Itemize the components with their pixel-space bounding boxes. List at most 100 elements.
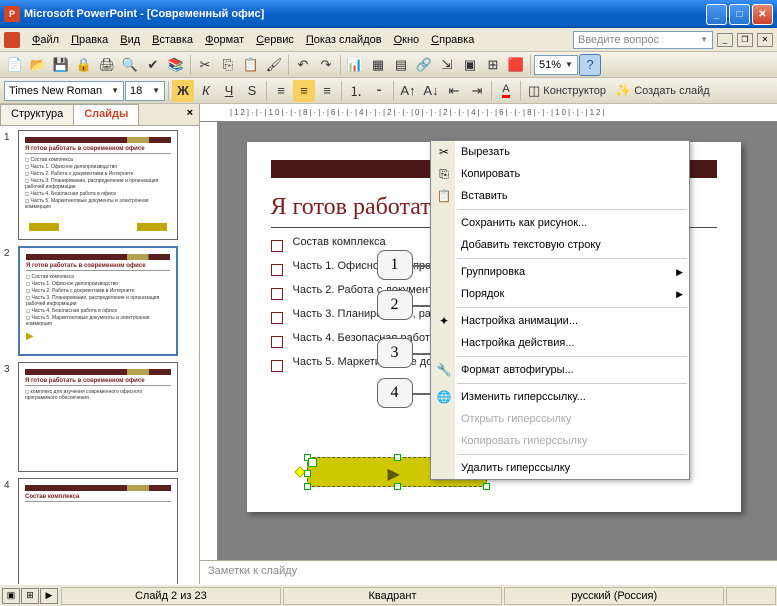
grid-icon[interactable]: ⊞: [482, 54, 504, 76]
standard-toolbar: 📄 📂 💾 🔒 🖨 🔍 ✔ 📚 ✂ ⎘ 📋 🖌 ↶ ↷ 📊 ▦ ▤ 🔗 ⇲ ▣ …: [0, 52, 777, 78]
font-combo[interactable]: Times New Roman▼: [4, 81, 124, 101]
outdent-icon[interactable]: ⇤: [443, 80, 465, 102]
cut-icon[interactable]: ✂: [194, 54, 216, 76]
paste-icon[interactable]: 📋: [240, 54, 262, 76]
callout-3: 3: [377, 338, 413, 368]
show-icon[interactable]: ▣: [459, 54, 481, 76]
menu-item[interactable]: Сохранить как рисунок...: [431, 212, 689, 234]
menu-item[interactable]: Порядок▶: [431, 283, 689, 305]
align-center-icon[interactable]: ≡: [293, 80, 315, 102]
thumbnail[interactable]: 2Я готов работать в современном офисе◻ С…: [4, 246, 195, 356]
menu-item[interactable]: Настройка действия...: [431, 332, 689, 354]
underline-button[interactable]: Ч: [218, 80, 240, 102]
research-icon[interactable]: 📚: [165, 54, 187, 76]
arrow-icon: ▶: [388, 464, 400, 484]
permission-icon[interactable]: 🔒: [73, 54, 95, 76]
status-lang: русский (Россия): [504, 587, 724, 605]
menu-файл[interactable]: Файл: [26, 32, 65, 48]
status-slide: Слайд 2 из 23: [61, 587, 281, 605]
new-slide-button[interactable]: ✨ Создать слайд: [611, 80, 714, 102]
doc-minimize[interactable]: _: [717, 33, 733, 47]
increase-font-icon[interactable]: A↑: [397, 80, 419, 102]
redo-icon[interactable]: ↷: [315, 54, 337, 76]
thumbnail[interactable]: 4Состав комплекса: [4, 478, 195, 584]
design-button[interactable]: ◫ Конструктор: [524, 80, 610, 102]
menu-item[interactable]: ✦Настройка анимации...: [431, 310, 689, 332]
menu-вид[interactable]: Вид: [114, 32, 146, 48]
spell-icon[interactable]: ✔: [142, 54, 164, 76]
menu-item[interactable]: 🔧Формат автофигуры...: [431, 359, 689, 381]
doc-icon: [4, 32, 20, 48]
notes-pane[interactable]: Заметки к слайду: [200, 560, 777, 584]
tables-icon[interactable]: ▤: [390, 54, 412, 76]
help-search[interactable]: Введите вопрос▼: [573, 31, 713, 49]
undo-icon[interactable]: ↶: [292, 54, 314, 76]
status-bar: ▣ ⊞ ▶ Слайд 2 из 23 Квадрант русский (Ро…: [0, 584, 777, 606]
menu-item[interactable]: ✂Вырезать: [431, 141, 689, 163]
menu-показ слайдов[interactable]: Показ слайдов: [300, 32, 388, 48]
menu-вставка[interactable]: Вставка: [146, 32, 199, 48]
shadow-button[interactable]: S: [241, 80, 263, 102]
structure-tab[interactable]: Структура: [0, 104, 74, 125]
align-left-icon[interactable]: ≡: [270, 80, 292, 102]
close-button[interactable]: ✕: [752, 4, 773, 25]
bullets-icon[interactable]: ⁃: [368, 80, 390, 102]
align-right-icon[interactable]: ≡: [316, 80, 338, 102]
sorter-view-icon[interactable]: ⊞: [21, 588, 39, 604]
numbering-icon[interactable]: ⒈: [345, 80, 367, 102]
thumbnail[interactable]: 3Я готов работать в современном офисе◻ к…: [4, 362, 195, 472]
help-icon[interactable]: ?: [579, 54, 601, 76]
hyperlink-icon[interactable]: 🔗: [413, 54, 435, 76]
thumbnail-list: 1Я готов работать в современном офисе◻ С…: [0, 126, 199, 584]
font-color-icon[interactable]: A: [495, 80, 517, 102]
thumbnail[interactable]: 1Я готов работать в современном офисе◻ С…: [4, 130, 195, 240]
menu-item[interactable]: ⎘Копировать: [431, 163, 689, 185]
table-icon[interactable]: ▦: [367, 54, 389, 76]
zoom-combo[interactable]: 51%▼: [534, 55, 578, 75]
expand-icon[interactable]: ⇲: [436, 54, 458, 76]
menu-item[interactable]: 🌐Изменить гиперссылку...: [431, 386, 689, 408]
slides-panel: Структура Слайды × 1Я готов работать в с…: [0, 104, 200, 584]
menu-item[interactable]: Группировка▶: [431, 261, 689, 283]
ruler-vertical: [200, 122, 218, 560]
bold-button[interactable]: Ж: [172, 80, 194, 102]
chart-icon[interactable]: 📊: [344, 54, 366, 76]
menu-справка[interactable]: Справка: [425, 32, 480, 48]
doc-name: [Современный офис]: [147, 8, 264, 20]
callout-4: 4: [377, 378, 413, 408]
maximize-button[interactable]: □: [729, 4, 750, 25]
menu-item[interactable]: 📋Вставить: [431, 185, 689, 207]
doc-restore[interactable]: ❐: [737, 33, 753, 47]
preview-icon[interactable]: 🔍: [119, 54, 141, 76]
ruler-horizontal: |12|·|·|10|·|·|8|·|·|6|·|·|4|·|·|2|·|·|0…: [200, 104, 777, 122]
indent-icon[interactable]: ⇥: [466, 80, 488, 102]
italic-button[interactable]: К: [195, 80, 217, 102]
titlebar: P Microsoft PowerPoint - [Современный оф…: [0, 0, 777, 28]
menubar: ФайлПравкаВидВставкаФорматСервисПоказ сл…: [0, 28, 777, 52]
save-icon[interactable]: 💾: [50, 54, 72, 76]
color-icon[interactable]: 🟥: [505, 54, 527, 76]
copy-icon[interactable]: ⎘: [217, 54, 239, 76]
menu-правка[interactable]: Правка: [65, 32, 114, 48]
menu-формат[interactable]: Формат: [199, 32, 250, 48]
format-painter-icon[interactable]: 🖌: [263, 54, 285, 76]
context-menu: ✂Вырезать⎘Копировать📋Вставить Сохранить к…: [430, 140, 690, 480]
menu-окно[interactable]: Окно: [388, 32, 426, 48]
open-icon[interactable]: 📂: [27, 54, 49, 76]
decrease-font-icon[interactable]: A↓: [420, 80, 442, 102]
callout-2: 2: [377, 290, 413, 320]
panel-close[interactable]: ×: [181, 104, 199, 125]
print-icon[interactable]: 🖨: [96, 54, 118, 76]
minimize-button[interactable]: _: [706, 4, 727, 25]
app-icon: P: [4, 6, 20, 22]
menu-item[interactable]: Удалить гиперссылку: [431, 457, 689, 479]
app-name: Microsoft PowerPoint: [24, 8, 137, 20]
fontsize-combo[interactable]: 18▼: [125, 81, 165, 101]
doc-close[interactable]: ✕: [757, 33, 773, 47]
new-icon[interactable]: 📄: [4, 54, 26, 76]
slides-tab[interactable]: Слайды: [73, 104, 139, 125]
menu-сервис[interactable]: Сервис: [250, 32, 300, 48]
normal-view-icon[interactable]: ▣: [2, 588, 20, 604]
slideshow-view-icon[interactable]: ▶: [40, 588, 58, 604]
menu-item[interactable]: Добавить текстовую строку: [431, 234, 689, 256]
